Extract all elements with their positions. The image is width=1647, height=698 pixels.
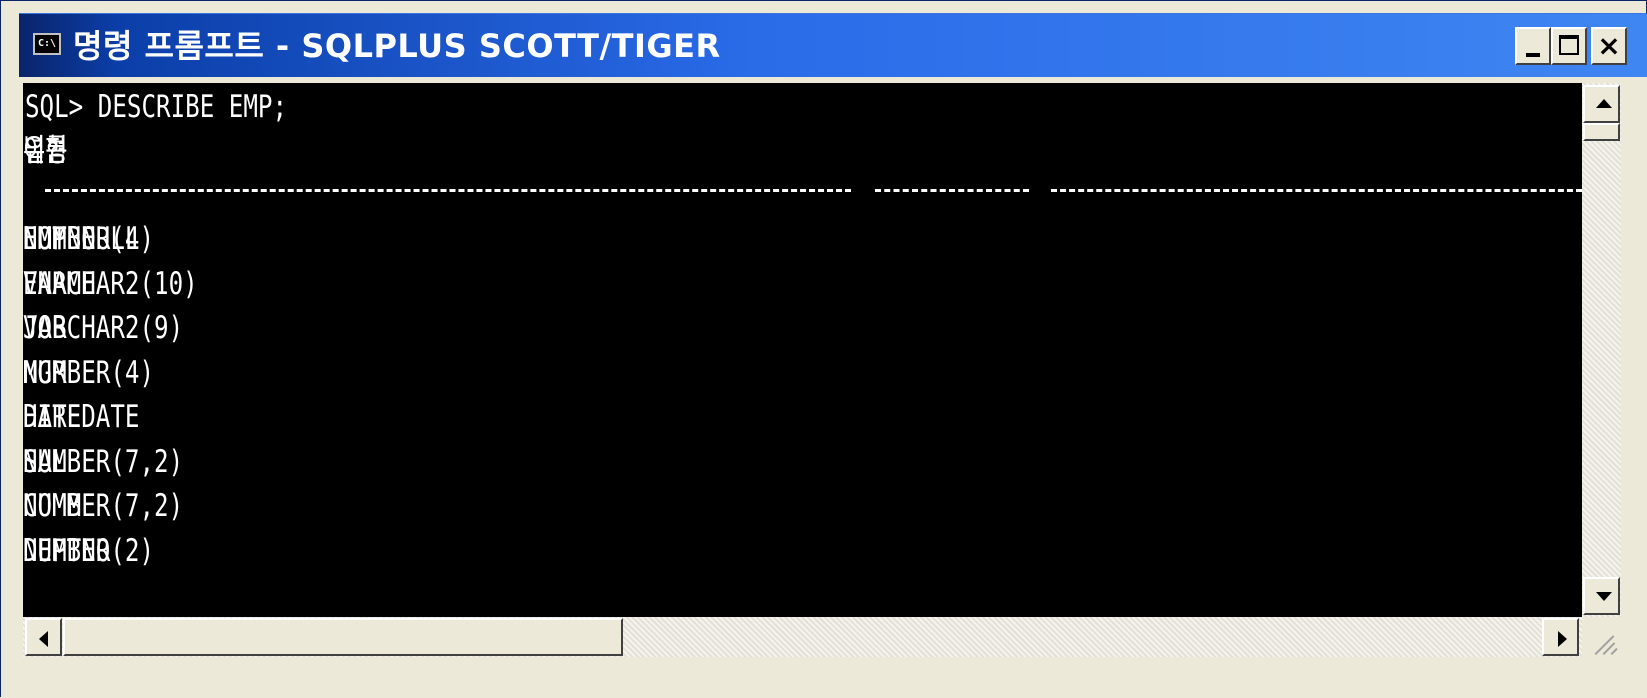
horizontal-scrollbar[interactable] bbox=[23, 617, 1582, 657]
resize-grip-icon[interactable] bbox=[1582, 617, 1621, 657]
scroll-down-button[interactable] bbox=[1583, 577, 1620, 615]
arrow-left-icon bbox=[39, 631, 48, 647]
vertical-scroll-thumb[interactable] bbox=[1583, 123, 1620, 141]
row-type: VARCHAR2(9) bbox=[23, 310, 184, 346]
console-window: C:\ 명령 프롬프트 - SQLPLUS SCOTT/TIGER × SQL>… bbox=[0, 0, 1647, 698]
cmd-icon[interactable]: C:\ bbox=[33, 33, 61, 55]
title-bar[interactable]: C:\ 명령 프롬프트 - SQLPLUS SCOTT/TIGER × bbox=[19, 13, 1647, 77]
arrow-right-icon bbox=[1558, 631, 1567, 647]
console-output[interactable]: SQL> DESCRIBE EMP; 이름 널? 유형 EMPNO NOT NU… bbox=[23, 83, 1582, 617]
close-button[interactable]: × bbox=[1591, 27, 1627, 65]
minimize-button[interactable] bbox=[1515, 27, 1551, 65]
maximize-button[interactable] bbox=[1551, 27, 1587, 65]
scroll-left-button[interactable] bbox=[25, 618, 62, 656]
horizontal-scroll-thumb[interactable] bbox=[63, 618, 623, 656]
close-icon: × bbox=[1597, 29, 1621, 62]
maximize-icon bbox=[1559, 35, 1579, 55]
separator-name bbox=[45, 189, 851, 196]
row-type: NUMBER(4) bbox=[23, 221, 155, 257]
row-type: NUMBER(2) bbox=[23, 533, 155, 569]
row-type: DATE bbox=[23, 399, 82, 435]
window-frame-left bbox=[1, 1, 19, 698]
row-type: NUMBER(7,2) bbox=[23, 488, 184, 524]
sql-prompt-line: SQL> DESCRIBE EMP; bbox=[25, 89, 288, 125]
row-type: NUMBER(7,2) bbox=[23, 444, 184, 480]
vertical-scrollbar[interactable] bbox=[1582, 83, 1621, 617]
window-frame-right bbox=[1621, 77, 1647, 698]
window-frame-bottom bbox=[1, 657, 1647, 698]
window-title: 명령 프롬프트 - SQLPLUS SCOTT/TIGER bbox=[73, 27, 721, 65]
arrow-up-icon bbox=[1596, 99, 1612, 108]
row-type: NUMBER(4) bbox=[23, 355, 155, 391]
header-type: 유형 bbox=[23, 133, 68, 169]
scroll-right-button[interactable] bbox=[1542, 618, 1579, 656]
minimize-icon bbox=[1526, 53, 1540, 57]
scroll-up-button[interactable] bbox=[1583, 85, 1620, 123]
arrow-down-icon bbox=[1596, 592, 1612, 601]
row-type: VARCHAR2(10) bbox=[23, 266, 198, 302]
separator-type bbox=[1051, 189, 1582, 196]
separator-null bbox=[875, 189, 1029, 196]
